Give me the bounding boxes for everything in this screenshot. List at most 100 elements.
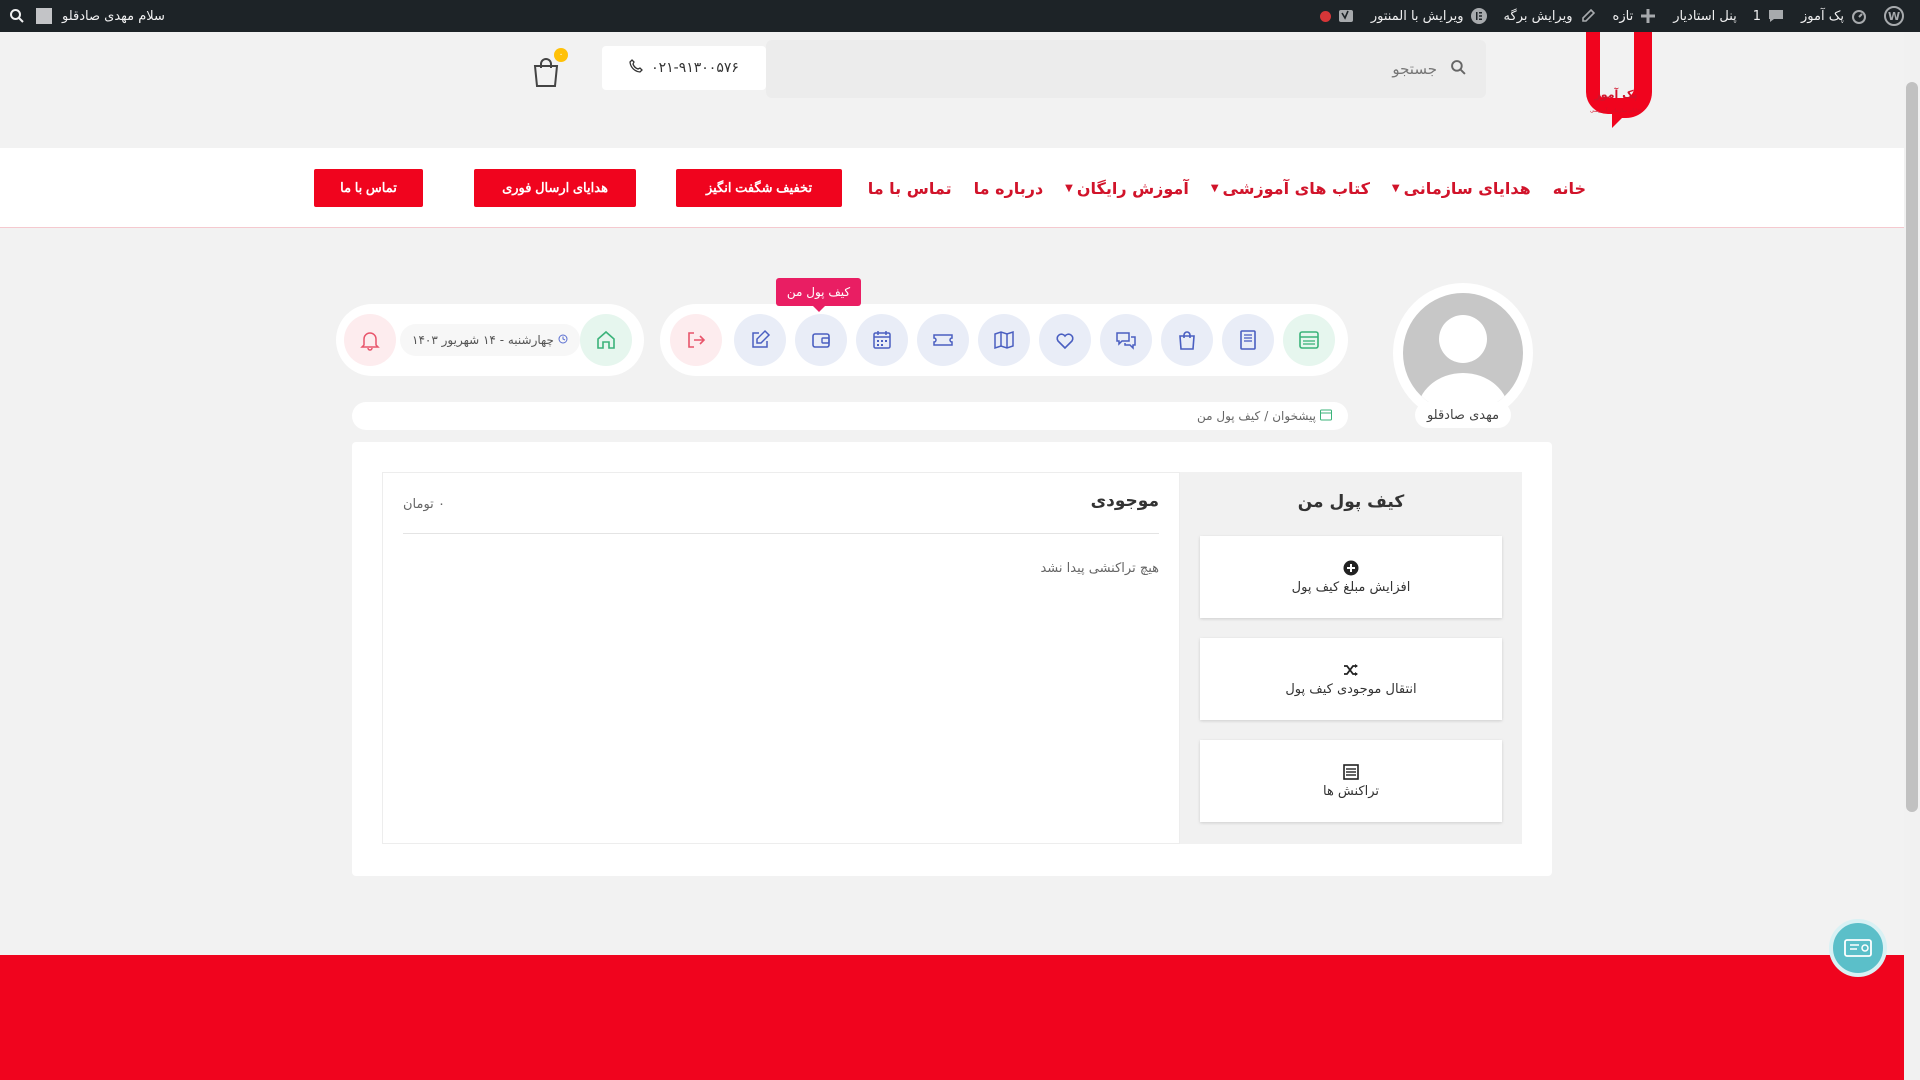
nav-item-contact[interactable]: تماس با ما bbox=[868, 179, 952, 198]
nav-item-free-courses[interactable]: آموزش رایگان ▼ bbox=[1065, 179, 1189, 198]
site-name-menu[interactable]: پک آموز bbox=[1793, 0, 1876, 32]
site-logo[interactable]: پک آموز هدایای سازمانی آموزشی bbox=[1572, 32, 1664, 128]
admin-bar-secondary: سلام مهدی صادقلو bbox=[8, 0, 165, 32]
avatar-placeholder bbox=[1403, 293, 1523, 413]
nav-item-label: آموزش رایگان bbox=[1076, 178, 1189, 198]
dashboard-icon bbox=[1850, 7, 1868, 25]
nav-item-home[interactable]: خانه bbox=[1553, 179, 1586, 198]
chevron-down-icon: ▼ bbox=[1391, 182, 1400, 194]
scrollbar-thumb[interactable] bbox=[1906, 82, 1918, 812]
clock-icon bbox=[558, 333, 568, 347]
comment-icon bbox=[1767, 7, 1785, 25]
nav-item-label: کتاب های آموزشی bbox=[1222, 178, 1370, 198]
map-button[interactable] bbox=[978, 314, 1030, 366]
ticket-icon bbox=[933, 334, 953, 346]
courses-button[interactable] bbox=[1222, 314, 1274, 366]
wallet-title: کیف پول من bbox=[1297, 492, 1405, 512]
dashboard-label: پنل استادیار bbox=[1673, 8, 1737, 24]
edit-icon bbox=[752, 329, 771, 348]
nav-item-label: هدایای سازمانی bbox=[1403, 178, 1531, 198]
ticket-icon bbox=[1844, 939, 1872, 957]
admin-bar: W پک آموز 1 پنل استادیار تازه ویرایش برگ… bbox=[0, 0, 1920, 32]
main-navigation: خانه هدایای سازمانی ▼ کتاب های آموزشی ▼ آم… bbox=[0, 148, 1904, 228]
new-content-menu[interactable]: تازه bbox=[1605, 0, 1666, 32]
seo-menu[interactable] bbox=[1312, 0, 1363, 32]
chevron-down-icon: ▼ bbox=[1065, 182, 1073, 194]
user-avatar-small[interactable] bbox=[36, 8, 52, 24]
elementor-icon bbox=[1470, 7, 1488, 25]
amazing-discount-button[interactable]: تخفیف شگفت انگیز bbox=[676, 169, 842, 207]
wallet-icon bbox=[812, 333, 830, 348]
breadcrumb-separator: / bbox=[1264, 409, 1269, 423]
edit-profile-button[interactable] bbox=[734, 314, 786, 366]
dashboard-button[interactable] bbox=[1283, 314, 1335, 366]
wallet-topup-label: افزایش مبلغ کیف پول bbox=[1291, 579, 1411, 595]
wallet-button[interactable] bbox=[795, 314, 847, 366]
fast-delivery-gifts-button[interactable]: هدایای ارسال فوری bbox=[474, 169, 636, 207]
list-icon bbox=[1343, 763, 1359, 780]
map-icon bbox=[994, 330, 1014, 350]
comments-button[interactable] bbox=[1100, 314, 1152, 366]
phone-number[interactable]: ۰۲۱-۹۱۳۰۰۵۷۶ bbox=[602, 46, 766, 90]
new-label: تازه bbox=[1612, 8, 1634, 24]
heart-icon bbox=[1056, 333, 1074, 350]
contact-us-button[interactable]: تماس با ما bbox=[314, 169, 423, 207]
calendar-icon bbox=[873, 331, 891, 349]
wallet-balance-panel: موجودی ۰ تومان هیچ تراکنشی پیدا نشد bbox=[382, 472, 1180, 844]
support-ticket-button[interactable] bbox=[1829, 919, 1887, 977]
wallet-card: کیف پول من افزایش مبلغ کیف پول انتقال مو… bbox=[352, 442, 1552, 876]
wallet-transactions-label: تراکنش ها bbox=[1322, 783, 1380, 799]
nav-item-label: تماس با ما bbox=[867, 178, 952, 198]
chat-icon bbox=[1116, 332, 1136, 350]
logo-text: پک آموز bbox=[1593, 87, 1637, 101]
wallet-topup-button[interactable]: افزایش مبلغ کیف پول bbox=[1200, 536, 1502, 618]
elementor-edit-link[interactable]: ویرایش با المنتور bbox=[1363, 0, 1496, 32]
browser-icon bbox=[1320, 409, 1332, 424]
user-greeting[interactable]: سلام مهدی صادقلو bbox=[62, 9, 165, 24]
date-bar: چهارشنبه - ۱۴ شهریور ۱۴۰۳ bbox=[336, 304, 644, 376]
balance-value: ۰ تومان bbox=[403, 497, 445, 512]
phone-text: ۰۲۱-۹۱۳۰۰۵۷۶ bbox=[651, 60, 739, 76]
wallet-transfer-button[interactable]: انتقال موجودی کیف پول bbox=[1200, 638, 1502, 720]
nav-item-corporate-gifts[interactable]: هدایای سازمانی ▼ bbox=[1392, 179, 1531, 198]
home-icon bbox=[597, 330, 615, 349]
current-date: چهارشنبه - ۱۴ شهریور ۱۴۰۳ bbox=[400, 324, 580, 356]
search-bar bbox=[766, 40, 1486, 98]
seo-status-dot bbox=[1319, 10, 1331, 22]
logout-icon bbox=[688, 332, 706, 348]
search-icon[interactable] bbox=[1451, 59, 1466, 79]
nav-item-label: خانه bbox=[1552, 178, 1586, 198]
wishlist-button[interactable] bbox=[1039, 314, 1091, 366]
site-name: پک آموز bbox=[1801, 8, 1844, 24]
nav-item-books[interactable]: کتاب های آموزشی ▼ bbox=[1211, 179, 1370, 198]
home-button[interactable] bbox=[580, 314, 632, 366]
site-footer bbox=[0, 955, 1904, 1080]
tickets-button[interactable] bbox=[917, 314, 969, 366]
pencil-icon bbox=[1579, 7, 1597, 25]
logo-tagline: هدایای سازمانی آموزشی bbox=[1590, 107, 1642, 114]
nav-item-label: درباره ما bbox=[973, 178, 1044, 198]
nav-item-about[interactable]: درباره ما bbox=[974, 179, 1044, 198]
search-icon[interactable] bbox=[8, 7, 26, 25]
chevron-down-icon: ▼ bbox=[1210, 182, 1219, 194]
phone-icon bbox=[629, 59, 644, 77]
wallet-transfer-label: انتقال موجودی کیف پول bbox=[1285, 681, 1417, 697]
breadcrumb-current: کیف پول من bbox=[1196, 409, 1261, 423]
dashboard-link[interactable]: پنل استادیار bbox=[1665, 0, 1745, 32]
balance-title: موجودی bbox=[1090, 491, 1159, 511]
logout-button[interactable] bbox=[670, 314, 722, 366]
comments-menu[interactable]: 1 bbox=[1745, 0, 1793, 32]
search-input[interactable] bbox=[786, 60, 1437, 78]
date-text: چهارشنبه - ۱۴ شهریور ۱۴۰۳ bbox=[412, 333, 554, 347]
empty-transactions-message: هیچ تراکنشی پیدا نشد bbox=[1040, 561, 1159, 576]
wp-logo-menu[interactable]: W bbox=[1876, 0, 1912, 32]
breadcrumb-home[interactable]: پیشخوان bbox=[1272, 409, 1316, 423]
elementor-label: ویرایش با المنتور bbox=[1370, 8, 1464, 24]
yoast-icon bbox=[1337, 7, 1355, 25]
wallet-sidebar: کیف پول من افزایش مبلغ کیف پول انتقال مو… bbox=[1180, 472, 1522, 844]
wallet-transactions-button[interactable]: تراکنش ها bbox=[1200, 740, 1502, 822]
calendar-button[interactable] bbox=[856, 314, 908, 366]
orders-button[interactable] bbox=[1161, 314, 1213, 366]
edit-page-link[interactable]: ویرایش برگه bbox=[1496, 0, 1605, 32]
notifications-button[interactable] bbox=[344, 314, 396, 366]
